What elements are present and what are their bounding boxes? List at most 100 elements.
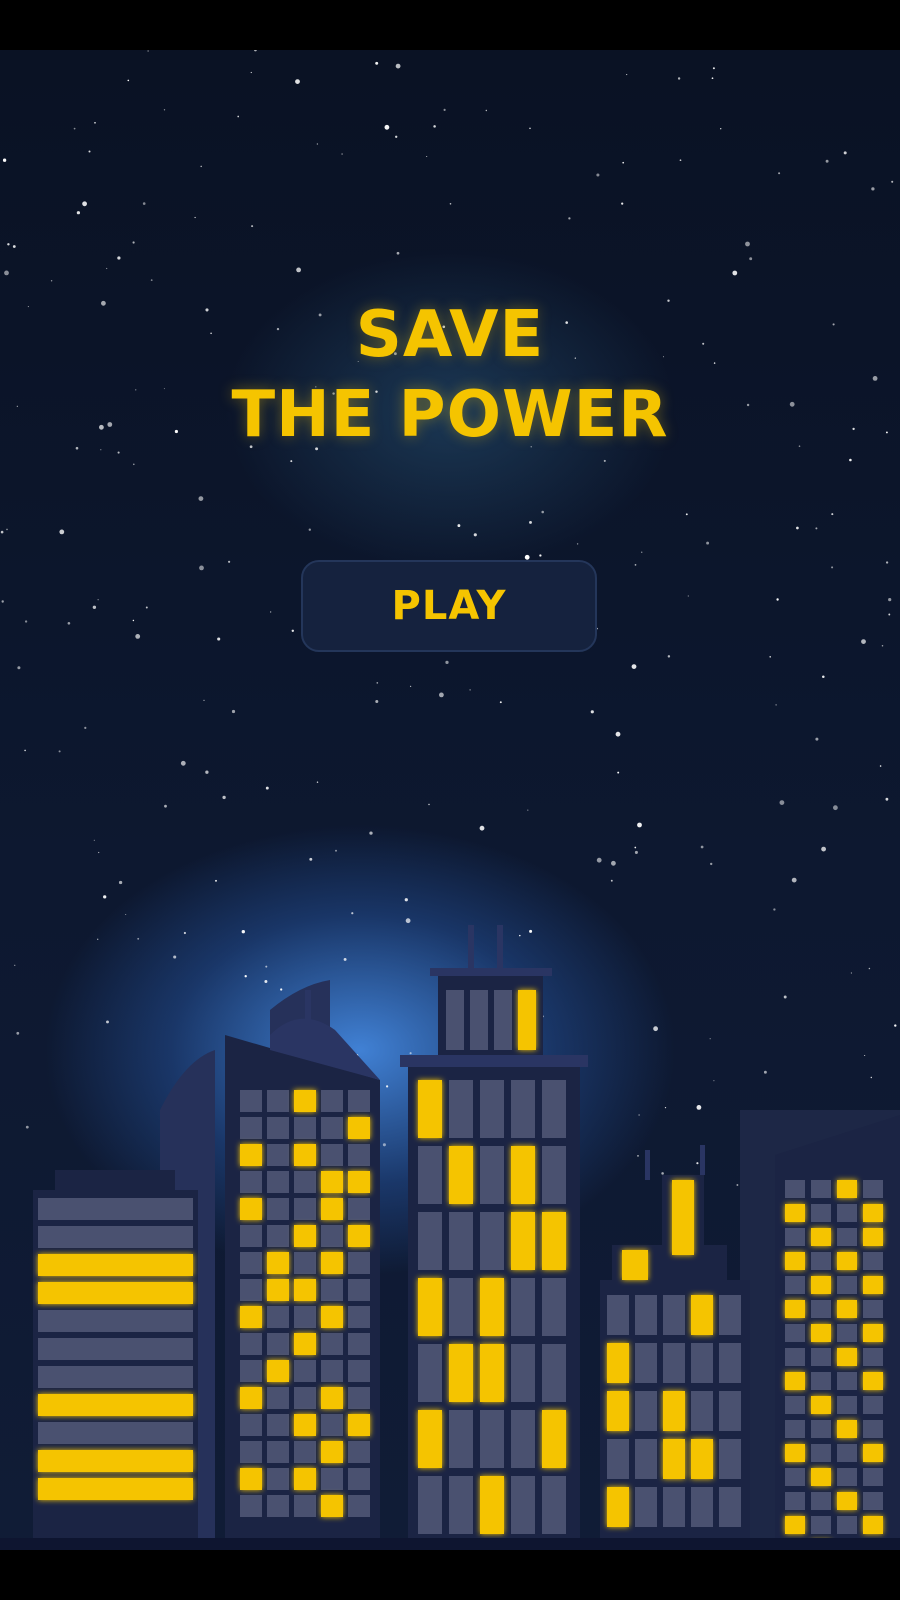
window: [321, 1090, 343, 1112]
window: [267, 1468, 289, 1490]
window: [542, 1344, 566, 1402]
window: [321, 1171, 343, 1193]
window: [607, 1391, 629, 1431]
window: [811, 1324, 831, 1342]
window: [294, 1279, 316, 1301]
window: [449, 1278, 473, 1336]
window: [449, 1080, 473, 1138]
window: [240, 1117, 262, 1139]
window: [267, 1333, 289, 1355]
window: [663, 1295, 685, 1335]
window: [294, 1441, 316, 1463]
window: [267, 1387, 289, 1409]
window: [837, 1492, 857, 1510]
window: [785, 1324, 805, 1342]
window: [863, 1324, 883, 1342]
window: [321, 1495, 343, 1517]
window: [418, 1146, 442, 1204]
window: [294, 1252, 316, 1274]
window: [38, 1422, 193, 1444]
window: [38, 1338, 193, 1360]
window: [607, 1295, 629, 1335]
window: [348, 1468, 370, 1490]
window: [480, 1146, 504, 1204]
window: [321, 1468, 343, 1490]
window: [635, 1295, 657, 1335]
window: [267, 1090, 289, 1112]
window: [348, 1198, 370, 1220]
window: [511, 1344, 535, 1402]
window: [267, 1252, 289, 1274]
window: [837, 1276, 857, 1294]
window: [494, 990, 512, 1050]
window: [719, 1487, 741, 1527]
window: [785, 1516, 805, 1534]
window: [348, 1360, 370, 1382]
window: [811, 1396, 831, 1414]
window: [449, 1212, 473, 1270]
window: [321, 1333, 343, 1355]
window: [38, 1198, 193, 1220]
window: [240, 1171, 262, 1193]
window: [38, 1310, 193, 1332]
window: [348, 1117, 370, 1139]
window: [470, 990, 488, 1050]
window: [672, 1180, 694, 1255]
window: [691, 1487, 713, 1527]
window: [38, 1394, 193, 1416]
window: [607, 1439, 629, 1479]
window: [321, 1279, 343, 1301]
window: [542, 1212, 566, 1270]
window: [811, 1252, 831, 1270]
window: [446, 990, 464, 1050]
window: [785, 1372, 805, 1390]
window: [863, 1276, 883, 1294]
window: [267, 1495, 289, 1517]
window: [294, 1306, 316, 1328]
window: [267, 1225, 289, 1247]
window: [719, 1391, 741, 1431]
play-button[interactable]: PLAY: [301, 560, 597, 652]
window: [635, 1391, 657, 1431]
window: [542, 1410, 566, 1468]
window: [240, 1333, 262, 1355]
window: [294, 1495, 316, 1517]
window: [635, 1487, 657, 1527]
window: [294, 1414, 316, 1436]
window: [811, 1516, 831, 1534]
title-line-2: THE POWER: [231, 378, 669, 452]
window: [240, 1279, 262, 1301]
window: [240, 1414, 262, 1436]
title-line-1: SAVE: [355, 298, 545, 372]
window: [863, 1444, 883, 1462]
window: [863, 1468, 883, 1486]
window: [348, 1414, 370, 1436]
window: [449, 1344, 473, 1402]
window: [811, 1180, 831, 1198]
window: [294, 1198, 316, 1220]
window: [321, 1360, 343, 1382]
window: [811, 1372, 831, 1390]
window: [837, 1348, 857, 1366]
window: [38, 1366, 193, 1388]
window: [837, 1444, 857, 1462]
window: [663, 1391, 685, 1431]
window: [542, 1146, 566, 1204]
window: [240, 1225, 262, 1247]
window: [418, 1212, 442, 1270]
window: [348, 1279, 370, 1301]
window: [511, 1410, 535, 1468]
window: [863, 1300, 883, 1318]
window: [785, 1252, 805, 1270]
window: [38, 1478, 193, 1500]
window: [348, 1387, 370, 1409]
window: [240, 1198, 262, 1220]
window: [811, 1228, 831, 1246]
window: [240, 1090, 262, 1112]
window: [240, 1144, 262, 1166]
window: [811, 1204, 831, 1222]
window: [321, 1441, 343, 1463]
night-sky: SAVE THE POWER PLAY: [0, 50, 900, 1550]
window: [542, 1278, 566, 1336]
window: [480, 1212, 504, 1270]
